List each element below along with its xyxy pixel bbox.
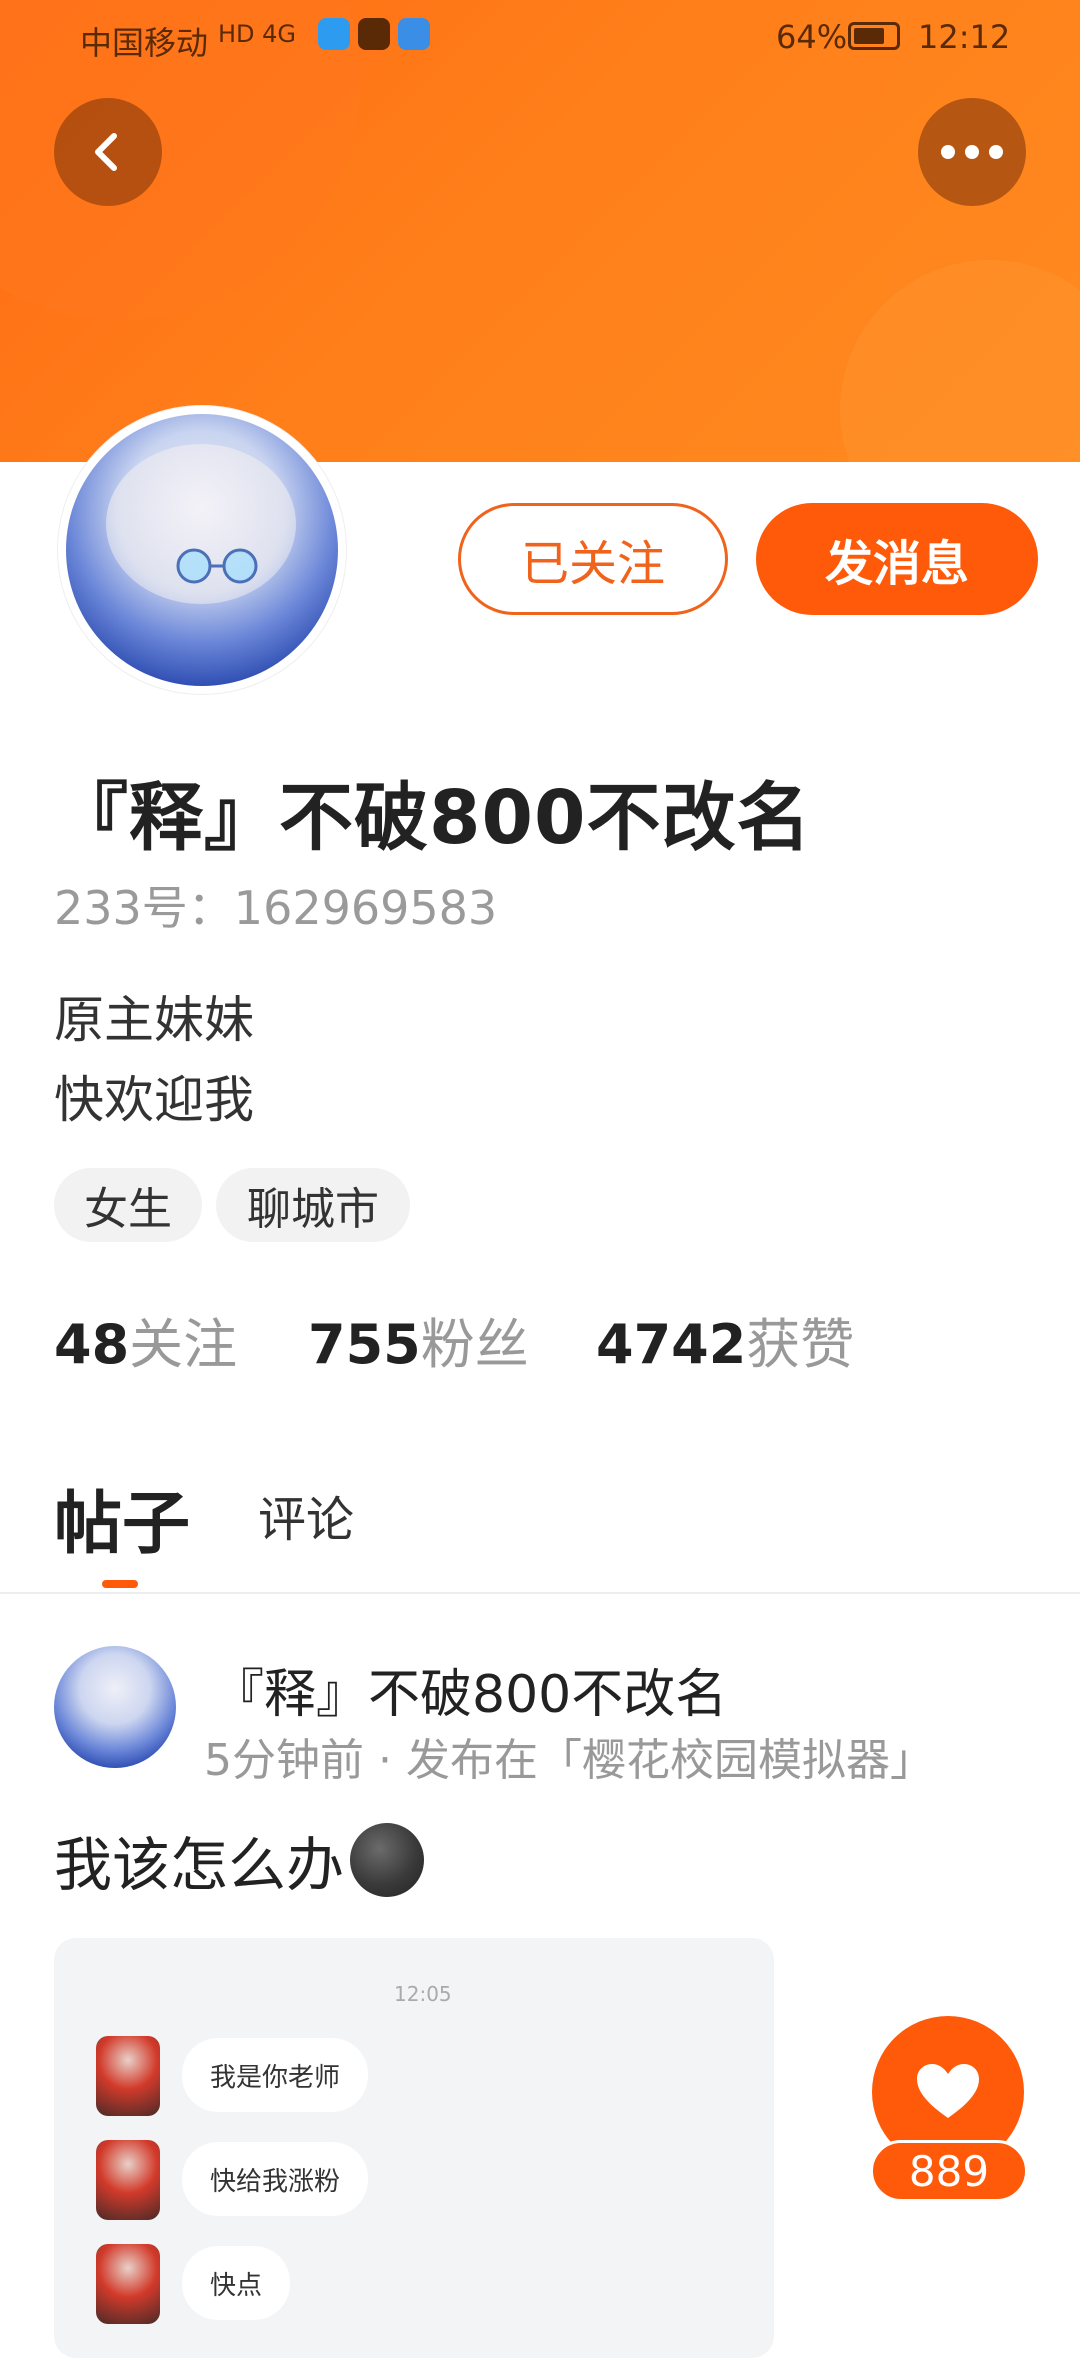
- chat-avatar: [96, 2244, 160, 2324]
- chat-timestamp: 12:05: [394, 1982, 452, 2006]
- search-app-icon: [318, 18, 350, 50]
- tab-posts[interactable]: 帖子: [54, 1468, 190, 1567]
- like-count: 889: [870, 2140, 1028, 2202]
- stat-value: 4742: [596, 1313, 747, 1376]
- clock: 12:12: [918, 18, 1011, 56]
- heart-icon: [917, 2064, 979, 2118]
- chevron-left-icon: [95, 133, 117, 171]
- back-button[interactable]: [54, 98, 162, 206]
- location-tag: 聊城市: [216, 1168, 410, 1242]
- avatar-glasses-shape: [176, 548, 258, 584]
- following-stat[interactable]: 48关注: [54, 1300, 237, 1379]
- post-body: 我该怎么办: [54, 1831, 345, 1899]
- network-indicator: HD 4G: [218, 20, 297, 48]
- wechat-icon: [358, 18, 390, 50]
- notification-icons: [318, 18, 430, 50]
- divider: [0, 1592, 1080, 1594]
- avatar-image: [66, 414, 338, 686]
- stat-label: 获赞: [746, 1313, 855, 1376]
- battery-percent: 64%: [776, 18, 848, 56]
- bio-line: 快欢迎我: [54, 1071, 254, 1129]
- more-horizontal-icon: [941, 145, 1003, 159]
- carrier-label: 中国移动: [80, 24, 209, 62]
- chat-avatar: [96, 2036, 160, 2116]
- user-id: 233号：162969583: [54, 881, 498, 935]
- stat-value: 755: [308, 1313, 421, 1376]
- bio-line: 原主妹妹: [54, 991, 254, 1049]
- post-text[interactable]: 我该怎么办: [54, 1818, 425, 1902]
- profile-name: 『释』不破800不改名: [54, 775, 812, 861]
- following-button[interactable]: 已关注: [458, 503, 728, 615]
- gender-tag: 女生: [54, 1168, 202, 1242]
- status-bar: 中国移动 HD 4G 64% 12:12: [0, 0, 1080, 72]
- chat-bubble: 快给我涨粉: [182, 2142, 369, 2216]
- banner-decoration: [840, 260, 1080, 462]
- battery-icon: [848, 22, 900, 50]
- chat-bubble: 我是你老师: [182, 2038, 369, 2112]
- likes-stat: 4742获赞: [596, 1300, 854, 1379]
- stat-label: 关注: [129, 1313, 238, 1376]
- post-author-name[interactable]: 『释』不破800不改名: [212, 1652, 727, 1727]
- fans-stat[interactable]: 755粉丝: [308, 1300, 529, 1379]
- new-moon-face-emoji-icon: [350, 1823, 425, 1897]
- send-message-button[interactable]: 发消息: [756, 503, 1038, 615]
- stat-label: 粉丝: [420, 1313, 529, 1376]
- more-button[interactable]: [918, 98, 1026, 206]
- tab-comments[interactable]: 评论: [258, 1480, 354, 1550]
- post-meta[interactable]: 5分钟前 · 发布在「樱花校园模拟器」: [204, 1724, 934, 1788]
- profile-avatar[interactable]: [58, 406, 346, 694]
- chat-avatar: [96, 2140, 160, 2220]
- app-notification-icon: [398, 18, 430, 50]
- post-author-avatar[interactable]: [54, 1646, 176, 1768]
- stat-value: 48: [54, 1313, 130, 1376]
- profile-banner: 中国移动 HD 4G 64% 12:12: [0, 0, 1080, 462]
- active-tab-indicator: [102, 1580, 138, 1588]
- chat-bubble: 快点: [182, 2246, 291, 2320]
